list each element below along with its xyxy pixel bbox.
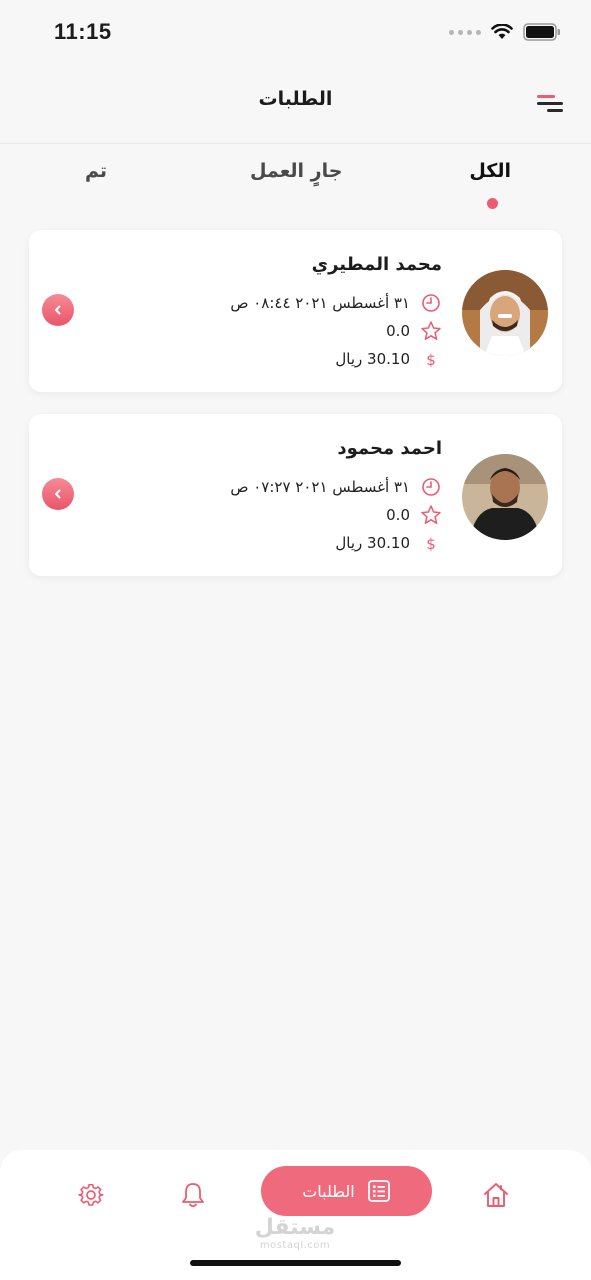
nav-orders[interactable]: الطلبات <box>261 1166 432 1216</box>
status-icons <box>449 23 561 41</box>
orders-list-icon <box>367 1180 390 1202</box>
wifi-icon <box>491 24 513 39</box>
order-card[interactable]: احمد محمود ٣١ أغسطس ٢٠٢١ ٠٧:٢٧ ص 0.0 $ 3… <box>29 414 562 576</box>
gear-icon <box>78 1183 104 1206</box>
tab-all[interactable]: الكل <box>469 160 511 182</box>
star-icon <box>420 320 442 342</box>
nav-settings[interactable] <box>76 1180 106 1210</box>
nav-orders-label: الطلبات <box>302 1181 355 1201</box>
cellular-signal-icon <box>449 29 481 35</box>
watermark-url: mostaql.com <box>259 1240 331 1251</box>
open-order-button[interactable] <box>42 294 74 326</box>
bottom-navigation: الطلبات مستقل mostaql.com <box>0 1150 591 1280</box>
open-order-button[interactable] <box>42 478 74 510</box>
clock-icon <box>420 292 442 314</box>
customer-name: محمد المطيري <box>311 254 442 275</box>
status-bar: 11:15 <box>0 0 591 64</box>
battery-icon <box>523 23 560 41</box>
nav-home[interactable] <box>481 1180 511 1210</box>
customer-name: احمد محمود <box>337 438 442 459</box>
dollar-icon: $ <box>420 532 442 554</box>
app-header: الطلبات <box>0 64 591 144</box>
order-price-row: $ 30.10 ريال <box>335 532 442 554</box>
status-time: 11:15 <box>54 19 112 44</box>
order-rating: 0.0 <box>386 322 410 340</box>
nav-notifications[interactable] <box>178 1180 208 1210</box>
customer-avatar <box>462 270 548 356</box>
order-rating-row: 0.0 <box>386 320 442 342</box>
watermark: مستقل mostaql.com <box>250 1215 340 1252</box>
menu-icon <box>537 95 563 112</box>
chevron-left-icon <box>55 489 61 499</box>
menu-button[interactable] <box>535 92 565 114</box>
watermark-logo: مستقل <box>254 1215 336 1240</box>
chevron-left-icon <box>55 305 61 315</box>
order-rating-row: 0.0 <box>386 504 442 526</box>
active-tab-indicator <box>487 198 498 209</box>
order-price-row: $ 30.10 ريال <box>335 348 442 370</box>
dollar-icon: $ <box>420 348 442 370</box>
order-date: ٣١ أغسطس ٢٠٢١ ٠٧:٢٧ ص <box>230 478 410 496</box>
customer-avatar <box>462 454 548 540</box>
clock-icon <box>420 476 442 498</box>
order-price: 30.10 ريال <box>335 534 410 552</box>
order-date-row: ٣١ أغسطس ٢٠٢١ ٠٧:٢٧ ص <box>230 476 442 498</box>
home-icon <box>484 1183 508 1207</box>
order-tabs: الكل جارٍ العمل تم <box>0 156 591 216</box>
star-icon <box>420 504 442 526</box>
order-rating: 0.0 <box>386 506 410 524</box>
order-date-row: ٣١ أغسطس ٢٠٢١ ٠٨:٤٤ ص <box>230 292 442 314</box>
page-title: الطلبات <box>258 88 333 110</box>
order-card[interactable]: محمد المطيري ٣١ أغسطس ٢٠٢١ ٠٨:٤٤ ص 0.0 $… <box>29 230 562 392</box>
tab-in-progress[interactable]: جارٍ العمل <box>250 160 342 182</box>
order-price: 30.10 ريال <box>335 350 410 368</box>
home-indicator[interactable] <box>190 1260 401 1266</box>
svg-text:$: $ <box>426 351 436 369</box>
bell-icon <box>182 1183 204 1208</box>
svg-text:$: $ <box>426 535 436 553</box>
tab-done[interactable]: تم <box>85 160 107 182</box>
order-date: ٣١ أغسطس ٢٠٢١ ٠٨:٤٤ ص <box>230 294 410 312</box>
